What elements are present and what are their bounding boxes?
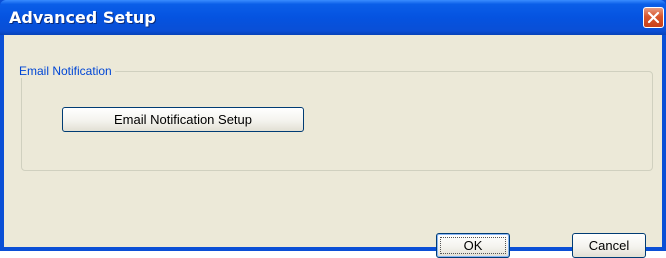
dialog-body: Email Notification Email Notification Se… xyxy=(4,35,662,258)
close-icon xyxy=(647,11,660,24)
cancel-button[interactable]: Cancel xyxy=(572,233,646,258)
close-button[interactable] xyxy=(643,7,664,28)
email-notification-setup-label: Email Notification Setup xyxy=(113,112,252,127)
ok-button[interactable]: OK xyxy=(436,233,510,258)
window-title: Advanced Setup xyxy=(9,8,156,27)
groupbox-label: Email Notification xyxy=(16,64,115,78)
advanced-setup-dialog: Advanced Setup Email Notification Email … xyxy=(0,0,666,258)
title-bar[interactable]: Advanced Setup xyxy=(0,0,666,35)
email-notification-setup-button[interactable]: Email Notification Setup xyxy=(62,107,304,132)
